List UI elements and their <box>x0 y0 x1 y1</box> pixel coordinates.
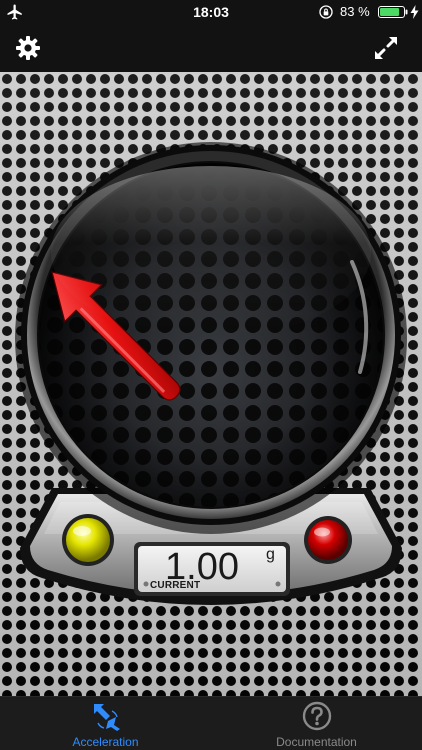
gauge-graphic <box>0 72 422 696</box>
status-bar: 18:03 83 % <box>0 0 422 24</box>
charging-bolt-icon <box>410 5 419 19</box>
battery-percent: 83 % <box>340 4 370 19</box>
app-screen: 18:03 83 % 1.00 g CURRENT Acceleration D… <box>0 0 422 750</box>
expand-icon[interactable] <box>372 34 400 62</box>
glass-highlight <box>51 166 371 338</box>
tab-label-acceleration: Acceleration <box>72 735 139 749</box>
gear-icon[interactable] <box>14 34 42 62</box>
gauge-stage: 1.00 g CURRENT <box>0 72 422 696</box>
tab-bar: Acceleration Documentation <box>0 696 422 750</box>
tab-acceleration[interactable]: Acceleration <box>0 697 211 750</box>
right-indicator-lamp <box>304 516 352 564</box>
tab-label-documentation: Documentation <box>276 735 357 749</box>
acceleration-unit: g <box>266 546 275 563</box>
left-indicator-lamp <box>62 514 114 566</box>
tab-documentation[interactable]: Documentation <box>211 697 422 750</box>
top-toolbar <box>0 24 422 72</box>
question-mark-icon <box>302 701 332 731</box>
readout-mode-label: CURRENT <box>150 580 201 591</box>
orientation-lock-icon <box>319 5 333 19</box>
battery-icon <box>378 6 408 18</box>
acceleration-icon <box>94 704 120 731</box>
